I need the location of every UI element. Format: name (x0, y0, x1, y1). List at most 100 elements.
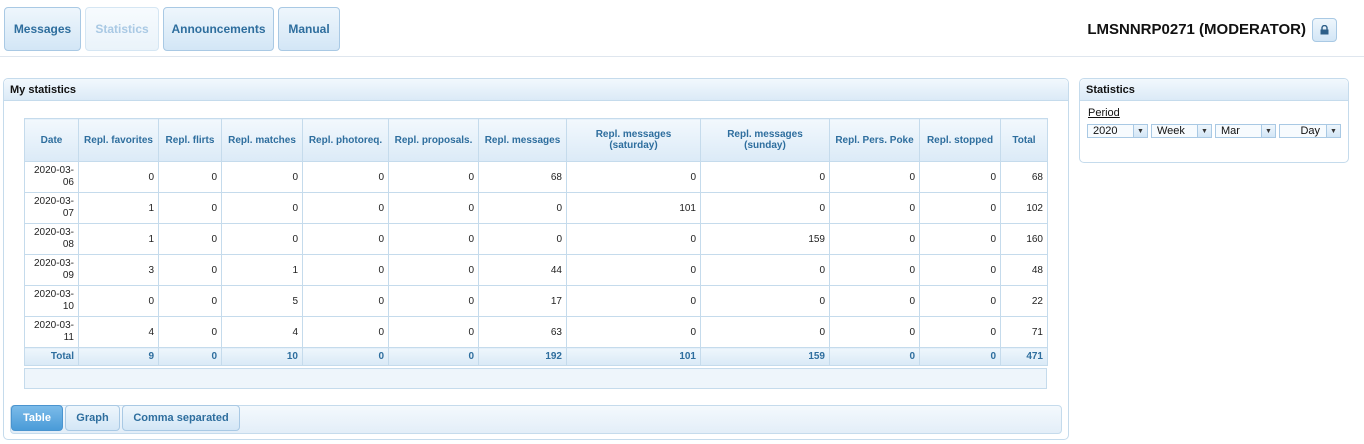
table-cell: 48 (1000, 254, 1048, 286)
table-cell: 0 (566, 254, 701, 286)
tab-table[interactable]: Table (11, 405, 63, 431)
lock-button[interactable] (1312, 18, 1337, 42)
table-cell: 0 (700, 254, 830, 286)
dropdown-arrow-icon: ▼ (1261, 125, 1275, 137)
column-header[interactable]: Repl. messages (saturday) (566, 118, 701, 162)
column-header[interactable]: Date (24, 118, 79, 162)
dropdown-arrow-icon: ▼ (1197, 125, 1211, 137)
table-cell: 0 (919, 161, 1001, 193)
total-cell: 471 (1000, 347, 1048, 366)
table-cell: 0 (478, 192, 567, 224)
total-cell: 192 (478, 347, 567, 366)
table-cell: 0 (158, 254, 222, 286)
table-cell: 0 (302, 192, 389, 224)
table-cell: 160 (1000, 223, 1048, 255)
table-cell: 0 (302, 223, 389, 255)
table-cell: 101 (566, 192, 701, 224)
table-row: 2020-03-06 0 0 0 0 0 68 0 0 0 0 68 (24, 161, 1048, 193)
day-select[interactable]: Day ▼ (1279, 124, 1341, 138)
table-cell: 0 (302, 316, 389, 348)
dropdown-arrow-icon: ▼ (1326, 125, 1340, 137)
total-cell: 0 (302, 347, 389, 366)
table-cell: 0 (700, 192, 830, 224)
date-cell: 2020-03-09 (24, 254, 79, 286)
tab-graph[interactable]: Graph (65, 405, 120, 431)
week-select[interactable]: Week ▼ (1151, 124, 1212, 138)
table-cell: 0 (700, 285, 830, 317)
table-cell: 0 (566, 316, 701, 348)
table-row: 2020-03-07 1 0 0 0 0 0 101 0 0 0 102 (24, 192, 1048, 224)
table-cell: 0 (221, 161, 303, 193)
day-select-value: Day (1300, 125, 1320, 137)
tab-manual[interactable]: Manual (278, 7, 340, 51)
column-header[interactable]: Repl. stopped (919, 118, 1001, 162)
month-select[interactable]: Mar ▼ (1215, 124, 1276, 138)
table-cell: 0 (158, 285, 222, 317)
tab-comma-separated[interactable]: Comma separated (122, 405, 240, 431)
table-cell: 68 (1000, 161, 1048, 193)
table-row: 2020-03-08 1 0 0 0 0 0 0 159 0 0 160 (24, 223, 1048, 255)
column-header[interactable]: Repl. matches (221, 118, 303, 162)
table-cell: 0 (829, 161, 920, 193)
table-cell: 4 (78, 316, 159, 348)
table-cell: 0 (388, 223, 479, 255)
column-header[interactable]: Total (1000, 118, 1048, 162)
table-cell: 0 (78, 285, 159, 317)
date-cell: 2020-03-11 (24, 316, 79, 348)
column-header[interactable]: Repl. photoreq. (302, 118, 389, 162)
table-cell: 0 (388, 316, 479, 348)
tab-messages[interactable]: Messages (4, 7, 81, 51)
table-cell: 0 (919, 192, 1001, 224)
total-cell: 0 (829, 347, 920, 366)
column-header[interactable]: Repl. Pers. Poke (829, 118, 920, 162)
table-cell: 0 (700, 161, 830, 193)
period-panel: Statistics (1079, 78, 1349, 163)
total-cell: 9 (78, 347, 159, 366)
table-cell: 0 (566, 161, 701, 193)
table-cell: 0 (221, 192, 303, 224)
table-cell: 4 (221, 316, 303, 348)
statistics-table: Date Repl. favorites Repl. flirts Repl. … (24, 118, 1048, 366)
table-cell: 0 (829, 223, 920, 255)
table-cell: 0 (478, 223, 567, 255)
table-cell: 0 (388, 254, 479, 286)
table-cell: 0 (919, 254, 1001, 286)
year-select[interactable]: 2020 ▼ (1087, 124, 1148, 138)
top-navigation: Messages Statistics Announcements Manual… (0, 0, 1364, 57)
column-header[interactable]: Repl. proposals. (388, 118, 479, 162)
table-cell: 1 (221, 254, 303, 286)
table-cell: 3 (78, 254, 159, 286)
tab-announcements[interactable]: Announcements (163, 7, 274, 51)
table-cell: 0 (829, 192, 920, 224)
table-cell: 0 (700, 316, 830, 348)
table-cell: 17 (478, 285, 567, 317)
date-cell: 2020-03-06 (24, 161, 79, 193)
table-cell: 0 (221, 223, 303, 255)
table-cell: 0 (829, 254, 920, 286)
table-cell: 0 (388, 192, 479, 224)
table-cell: 0 (158, 316, 222, 348)
tab-statistics[interactable]: Statistics (85, 7, 159, 51)
date-cell: 2020-03-08 (24, 223, 79, 255)
table-cell: 0 (78, 161, 159, 193)
total-cell: 0 (388, 347, 479, 366)
column-header[interactable]: Repl. messages (sunday) (700, 118, 830, 162)
table-cell: 44 (478, 254, 567, 286)
table-row: 2020-03-09 3 0 1 0 0 44 0 0 0 0 48 (24, 254, 1048, 286)
table-cell: 0 (302, 285, 389, 317)
table-cell: 0 (302, 161, 389, 193)
table-cell: 0 (158, 161, 222, 193)
table-cell: 1 (78, 192, 159, 224)
user-name: LMSNNRP0271 (MODERATOR) (1087, 21, 1306, 38)
period-label: Period (1088, 107, 1120, 119)
month-select-value: Mar (1221, 125, 1240, 137)
table-cell: 0 (829, 285, 920, 317)
total-cell: 0 (158, 347, 222, 366)
table-cell: 0 (919, 223, 1001, 255)
column-header[interactable]: Repl. favorites (78, 118, 159, 162)
table-cell: 0 (829, 316, 920, 348)
column-header[interactable]: Repl. messages (478, 118, 567, 162)
column-header[interactable]: Repl. flirts (158, 118, 222, 162)
lock-icon (1320, 25, 1329, 35)
table-row: 2020-03-10 0 0 5 0 0 17 0 0 0 0 22 (24, 285, 1048, 317)
